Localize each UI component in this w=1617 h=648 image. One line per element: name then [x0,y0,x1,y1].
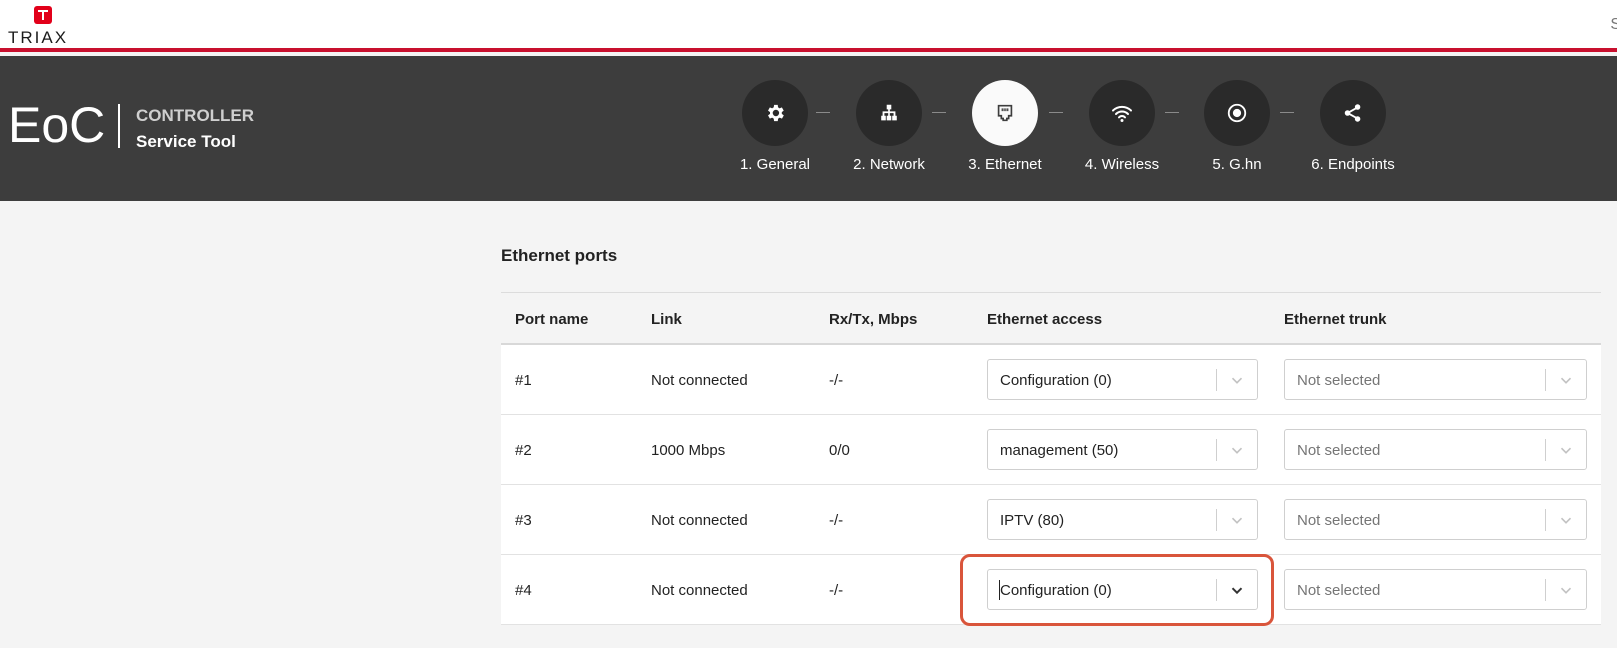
brand-title: EoC [8,97,106,153]
table-row: #3 Not connected -/- IPTV (80) Not selec… [501,485,1601,555]
brand-subtitle-controller: CONTROLLER [136,106,255,125]
triax-logo[interactable]: TRIAX [6,4,76,48]
table-row: #1 Not connected -/- Configuration (0) N… [501,345,1601,415]
select-separator [1545,439,1546,461]
header-link: Link [651,311,682,328]
wifi-icon [1112,105,1132,122]
step-circle [856,80,922,146]
step-ghn[interactable]: 5. G.hn [1182,80,1292,190]
step-wireless[interactable]: 4. Wireless [1067,80,1177,190]
step-ethernet[interactable]: 3. Ethernet [950,80,1060,190]
select-value: Not selected [1297,512,1381,529]
triax-logo-icon [34,6,52,24]
step-connector [1280,112,1294,113]
step-connector [932,112,946,113]
chevron-down-icon[interactable] [1557,581,1575,599]
target-icon [1227,103,1247,123]
header-port-name: Port name [515,311,589,328]
network-icon [881,104,897,121]
ethernet-access-select[interactable]: management (50) [987,429,1258,470]
select-separator [1545,369,1546,391]
highlight-annotation [960,554,1274,626]
port-name: #2 [515,442,532,459]
step-connector [816,112,830,113]
ethernet-trunk-select[interactable]: Not selected [1284,359,1587,400]
step-label: 2. Network [853,156,925,173]
rxtx-value: -/- [829,512,844,529]
link-status: Not connected [651,582,748,599]
chevron-down-icon[interactable] [1557,441,1575,459]
rxtx-value: 0/0 [829,442,850,459]
link-status: Not connected [651,372,748,389]
chevron-down-icon[interactable] [1557,371,1575,389]
topbar-corner-text: S [1610,16,1617,33]
ethernet-port-icon [997,104,1013,122]
select-value: Not selected [1297,372,1381,389]
gear-icon [768,104,784,122]
header-ethernet-access: Ethernet access [987,311,1103,328]
select-separator [1545,579,1546,601]
top-bar: TRIAX S [0,0,1617,52]
step-connector [1049,112,1063,113]
select-separator [1216,439,1217,461]
share-icon [1344,104,1361,122]
table-row: #2 1000 Mbps 0/0 management (50) Not sel… [501,415,1601,485]
step-label: 1. General [739,156,811,173]
port-name: #1 [515,372,532,389]
step-label: 3. Ethernet [968,156,1042,173]
select-separator [1545,509,1546,531]
rxtx-value: -/- [829,372,844,389]
chevron-down-icon[interactable] [1557,511,1575,529]
ethernet-trunk-select[interactable]: Not selected [1284,569,1587,610]
select-value: Configuration (0) [1000,372,1112,389]
brand-subtitle-service-tool: Service Tool [136,132,236,151]
select-separator [1216,369,1217,391]
select-value: Not selected [1297,582,1381,599]
step-label: 5. G.hn [1212,156,1262,173]
step-endpoints[interactable]: 6. Endpoints [1298,80,1408,190]
section-title-ethernet-ports: Ethernet ports [501,246,618,265]
port-name: #3 [515,512,532,529]
app-header: EoC CONTROLLER Service Tool 1. General 2… [0,56,1617,201]
select-value: IPTV (80) [1000,512,1065,529]
step-circle [972,80,1038,146]
rxtx-value: -/- [829,582,844,599]
step-label: 4. Wireless [1084,156,1160,173]
step-connector [1165,112,1179,113]
link-status: 1000 Mbps [651,442,726,459]
ethernet-access-select[interactable]: IPTV (80) [987,499,1258,540]
header-ethernet-trunk: Ethernet trunk [1284,311,1387,328]
select-value: management (50) [1000,442,1119,459]
chevron-down-icon[interactable] [1228,371,1246,389]
step-circle [1204,80,1270,146]
logo-text: TRIAX [8,28,69,47]
step-circle [1320,80,1386,146]
link-status: Not connected [651,512,748,529]
step-network[interactable]: 2. Network [834,80,944,190]
select-value: Not selected [1297,442,1381,459]
brand-divider [118,104,120,148]
chevron-down-icon[interactable] [1228,441,1246,459]
ethernet-access-select[interactable]: Configuration (0) [987,359,1258,400]
step-label: 6. Endpoints [1311,156,1395,173]
step-general[interactable]: 1. General [720,80,830,190]
table-header: Port name Link Rx/Tx, Mbps Ethernet acce… [501,292,1601,345]
chevron-down-icon[interactable] [1228,511,1246,529]
ethernet-trunk-select[interactable]: Not selected [1284,499,1587,540]
step-circle [742,80,808,146]
select-separator [1216,509,1217,531]
ethernet-trunk-select[interactable]: Not selected [1284,429,1587,470]
header-rxtx: Rx/Tx, Mbps [829,311,918,328]
port-name: #4 [515,582,532,599]
step-circle [1089,80,1155,146]
